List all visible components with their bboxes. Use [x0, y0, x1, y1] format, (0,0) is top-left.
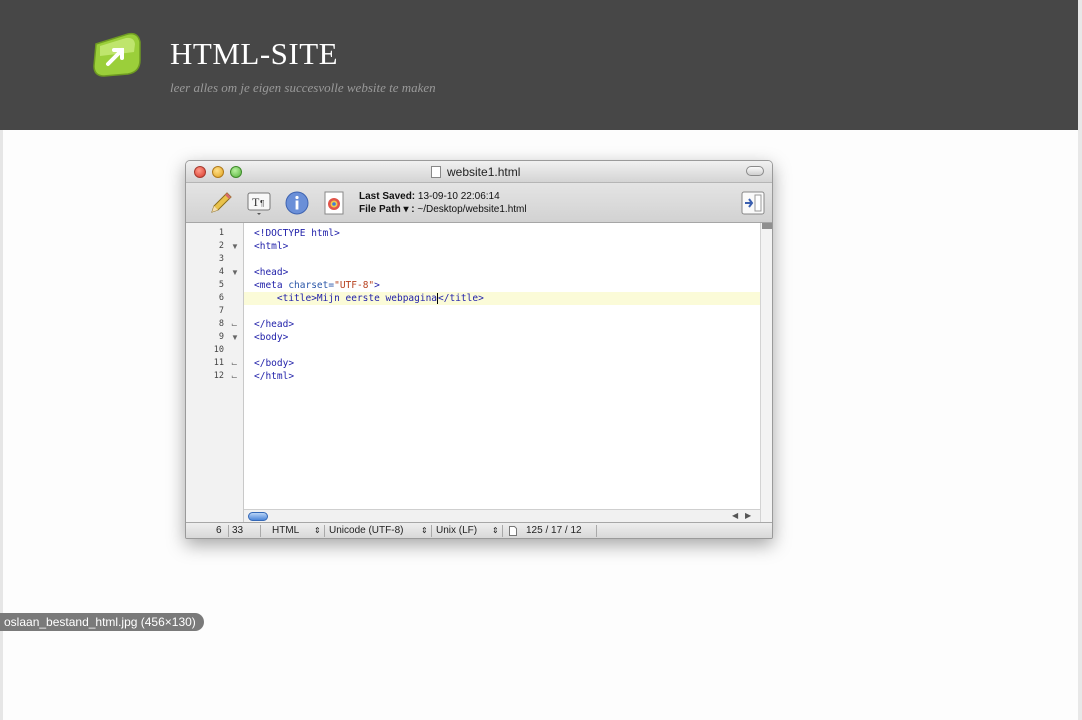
line-endings-popup[interactable]: Unix (LF)	[436, 525, 477, 536]
line-number: 4	[218, 267, 224, 277]
fold-triangle-icon[interactable]: ▼	[231, 266, 239, 279]
status-separator	[260, 525, 261, 537]
status-column: 33	[232, 525, 244, 536]
line-number: 10	[213, 345, 224, 355]
code-attribute: charset=	[288, 280, 335, 291]
status-separator	[431, 525, 432, 537]
fold-triangle-icon[interactable]: ▼	[231, 240, 239, 253]
site-title[interactable]: HTML-SITE	[170, 36, 338, 72]
fold-end-icon: ⌙	[231, 359, 238, 368]
language-popup[interactable]: HTML	[272, 525, 299, 536]
line-number: 11	[213, 358, 224, 368]
split-view-icon[interactable]	[741, 191, 765, 215]
text-format-icon[interactable]: T ¶	[246, 190, 272, 216]
last-saved-label-text: Last Saved:	[359, 191, 416, 202]
line-number-gutter: 1 2 ▼ 3 4 ▼ 5 6 7 8 ⌙ 9 ▼ 10 11 ⌙ 12 ⌙	[186, 223, 244, 522]
pencil-icon[interactable]	[208, 190, 234, 216]
encoding-popup[interactable]: Unicode (UTF-8)	[329, 525, 403, 536]
status-bar: 6 33 HTML ⇕ Unicode (UTF-8) ⇕ Unix (LF) …	[186, 522, 772, 538]
fold-triangle-icon[interactable]: ▼	[231, 331, 239, 344]
last-saved-value: 13-09-10 22:06:14	[417, 191, 500, 202]
code-line: </html>	[254, 371, 295, 382]
page-right-edge	[1078, 0, 1082, 720]
encoding-popup-arrow-icon[interactable]: ⇕	[421, 526, 428, 535]
zoom-button[interactable]	[230, 166, 242, 178]
code-line: </head>	[254, 319, 295, 330]
document-icon[interactable]	[431, 166, 441, 178]
status-line: 6	[216, 525, 222, 536]
scroll-right-arrow-icon[interactable]: ▶	[745, 511, 751, 520]
status-separator	[324, 525, 325, 537]
horizontal-scroll-thumb[interactable]	[248, 512, 268, 521]
preview-icon[interactable]	[321, 190, 347, 216]
code-tag: <meta	[254, 280, 289, 291]
code-line: <head>	[254, 267, 289, 278]
file-path-menu[interactable]: File Path ▾ :	[359, 204, 415, 215]
last-saved-label: Last Saved: 13-09-10 22:06:14	[359, 191, 500, 202]
window-title: website1.html	[447, 165, 521, 179]
line-number: 1	[218, 228, 224, 238]
line-number: 7	[218, 306, 224, 316]
line-number: 2	[218, 241, 224, 251]
code-line: </body>	[254, 358, 295, 369]
editor-window: website1.html T ¶ Last Saved: 13-09-10 2…	[185, 160, 773, 539]
status-separator	[596, 525, 597, 537]
vertical-scrollbar[interactable]	[760, 223, 772, 522]
status-separator	[228, 525, 229, 537]
horizontal-scrollbar[interactable]: ◀ ▶	[244, 509, 760, 522]
image-filename-tooltip: oslaan_bestand_html.jpg (456×130)	[0, 613, 204, 631]
status-separator	[502, 525, 503, 537]
svg-text:T: T	[252, 195, 260, 209]
toolbar: T ¶ Last Saved: 13-09-10 22:06:14 File P…	[186, 183, 772, 223]
site-header: HTML-SITE leer alles om je eigen succesv…	[0, 0, 1082, 130]
code-line: <!DOCTYPE html>	[254, 228, 340, 239]
info-icon[interactable]	[284, 190, 310, 216]
code-line: <meta charset="UTF-8">	[244, 279, 760, 292]
close-button[interactable]	[194, 166, 206, 178]
code-tag-end: >	[374, 280, 380, 291]
file-path-value: ~/Desktop/website1.html	[417, 204, 527, 215]
document-stats-icon	[509, 526, 517, 536]
green-arrow-logo-icon[interactable]	[90, 30, 144, 78]
code-text-before-cursor: <title>Mijn eerste webpagina	[254, 293, 438, 304]
scroll-left-arrow-icon[interactable]: ◀	[732, 511, 738, 520]
line-number: 5	[218, 280, 224, 290]
code-string: "UTF-8"	[334, 280, 375, 291]
code-text-after-cursor: </title>	[438, 293, 484, 304]
current-code-line: <title>Mijn eerste webpagina</title>	[244, 292, 760, 305]
vertical-scroll-thumb[interactable]	[762, 223, 772, 229]
code-text-area[interactable]: <!DOCTYPE html> <html> <head> <meta char…	[244, 223, 760, 509]
line-endings-popup-arrow-icon[interactable]: ⇕	[492, 526, 499, 535]
toolbar-toggle-button[interactable]	[746, 166, 764, 176]
code-line: <body>	[254, 332, 289, 343]
site-tagline: leer alles om je eigen succesvolle websi…	[170, 80, 436, 95]
svg-text:¶: ¶	[260, 199, 264, 208]
editor-area[interactable]: 1 2 ▼ 3 4 ▼ 5 6 7 8 ⌙ 9 ▼ 10 11 ⌙ 12 ⌙ <…	[186, 223, 772, 522]
language-popup-arrow-icon[interactable]: ⇕	[314, 526, 321, 535]
document-counts: 125 / 17 / 12	[526, 525, 582, 536]
fold-end-icon: ⌙	[231, 320, 238, 329]
line-number: 6	[218, 293, 224, 303]
page-left-edge	[0, 130, 3, 720]
file-path-label: File Path ▾ : ~/Desktop/website1.html	[359, 204, 527, 215]
line-number: 9	[218, 332, 224, 342]
fold-end-icon: ⌙	[231, 372, 238, 381]
line-number: 3	[218, 254, 224, 264]
window-titlebar[interactable]: website1.html	[186, 161, 772, 183]
line-number: 12	[213, 371, 224, 381]
line-number: 8	[218, 319, 224, 329]
minimize-button[interactable]	[212, 166, 224, 178]
code-line: <html>	[254, 241, 289, 252]
